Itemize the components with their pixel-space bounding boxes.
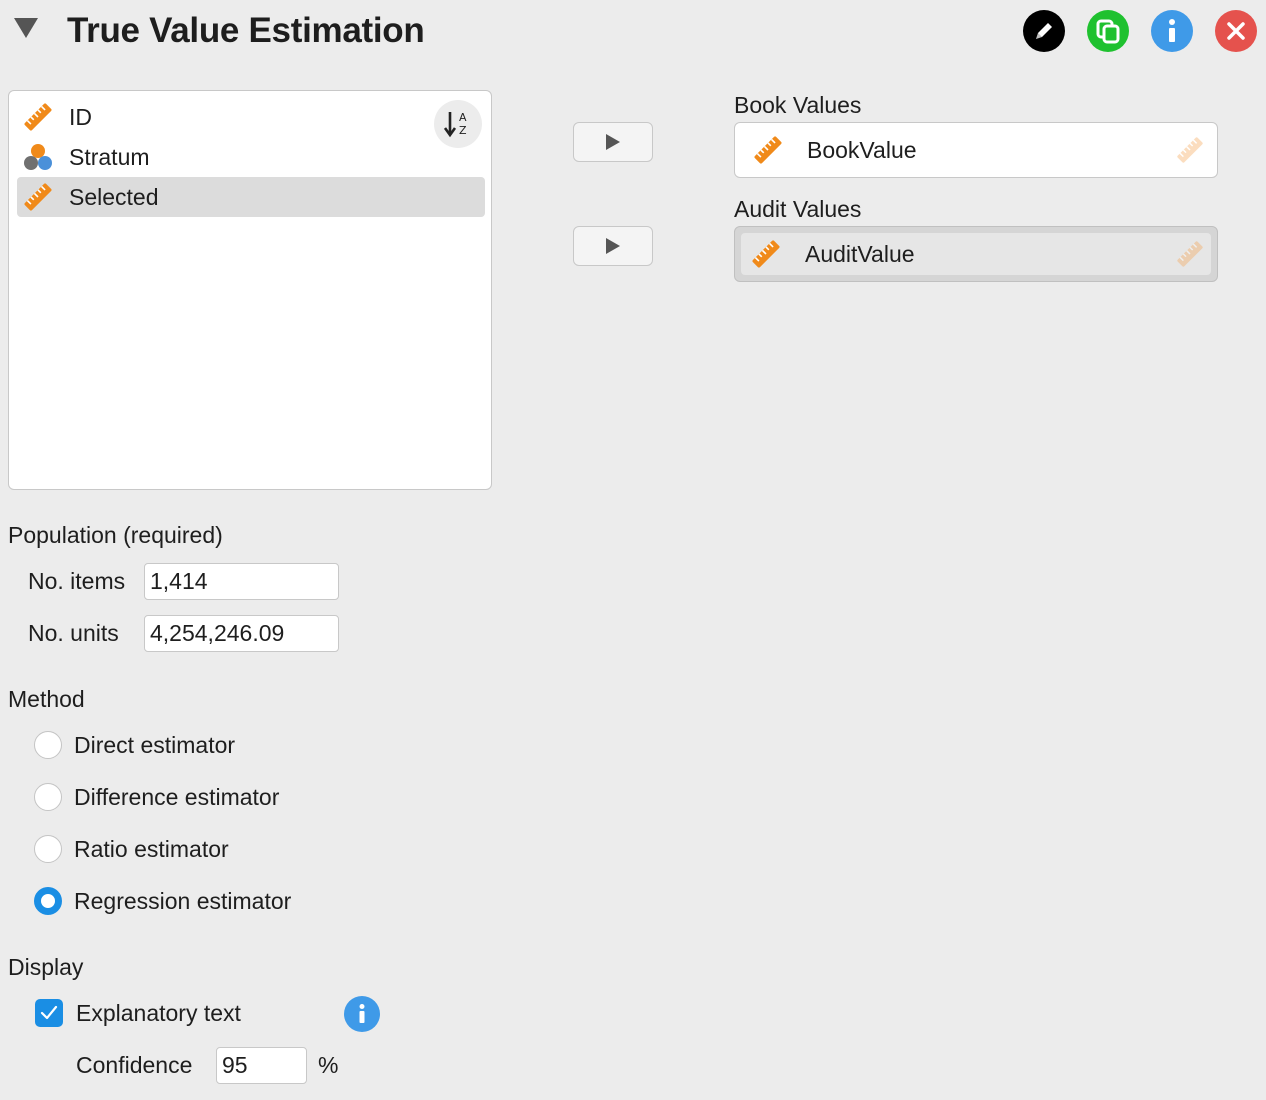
regression-estimator-radio[interactable]: [34, 887, 62, 915]
audit-values-box[interactable]: AuditValue: [734, 226, 1218, 282]
book-values-box[interactable]: BookValue: [734, 122, 1218, 178]
close-icon: [1227, 22, 1245, 40]
no-units-input[interactable]: 4,254,246.09: [144, 615, 339, 652]
explanatory-text-checkbox[interactable]: [35, 999, 63, 1027]
play-arrow-icon: [606, 238, 620, 254]
book-values-label: Book Values: [734, 92, 862, 118]
difference-estimator-radio[interactable]: [34, 783, 62, 811]
copy-icon: [1096, 19, 1120, 44]
population-section-label: Population (required): [8, 522, 223, 548]
confidence-label: Confidence: [76, 1052, 193, 1078]
duplicate-button[interactable]: [1087, 10, 1129, 52]
pencil-icon: [1036, 23, 1052, 39]
direct-estimator-radio[interactable]: [34, 731, 62, 759]
variable-item-id[interactable]: ID: [17, 97, 485, 137]
scale-type-icon: [1175, 135, 1205, 170]
no-items-input[interactable]: 1,414: [144, 563, 339, 600]
assign-audit-values-button[interactable]: [573, 226, 653, 266]
nominal-circles-icon: [21, 140, 55, 174]
confidence-input[interactable]: 95: [216, 1047, 307, 1084]
scale-ruler-icon: [21, 100, 55, 134]
method-section-label: Method: [8, 686, 85, 712]
audit-values-item[interactable]: AuditValue: [741, 233, 1211, 275]
variable-list[interactable]: ID Stratum Selected: [8, 90, 492, 490]
svg-text:Z: Z: [459, 124, 467, 137]
book-values-variable: BookValue: [807, 136, 917, 163]
play-arrow-icon: [606, 134, 620, 150]
no-items-label: No. items: [28, 568, 126, 594]
audit-values-variable: AuditValue: [805, 240, 915, 267]
info-icon: [359, 1004, 365, 1023]
no-units-label: No. units: [28, 620, 119, 646]
ratio-estimator-label[interactable]: Ratio estimator: [74, 836, 229, 863]
explanatory-text-label[interactable]: Explanatory text: [76, 1000, 241, 1027]
checkmark-icon: [40, 1005, 58, 1020]
scale-ruler-icon: [21, 180, 55, 214]
edit-title-button[interactable]: [1023, 10, 1065, 52]
sort-az-icon: A Z: [444, 111, 467, 138]
close-button[interactable]: [1215, 10, 1257, 52]
book-values-item[interactable]: BookValue: [741, 129, 1211, 171]
confidence-unit: %: [318, 1052, 339, 1078]
direct-estimator-label[interactable]: Direct estimator: [74, 732, 235, 759]
info-icon: [1169, 19, 1175, 42]
scale-ruler-icon: [751, 133, 785, 167]
page-title: True Value Estimation: [67, 11, 425, 50]
variable-label: Stratum: [69, 143, 150, 170]
variable-label: Selected: [69, 183, 159, 210]
variable-item-selected[interactable]: Selected: [17, 177, 485, 217]
regression-estimator-label[interactable]: Regression estimator: [74, 888, 291, 915]
collapse-arrow-icon[interactable]: [14, 18, 38, 38]
audit-values-label: Audit Values: [734, 196, 862, 222]
variable-label: ID: [69, 103, 92, 130]
scale-type-icon: [1175, 239, 1205, 274]
difference-estimator-label[interactable]: Difference estimator: [74, 784, 279, 811]
sort-button[interactable]: A Z: [434, 100, 482, 148]
ratio-estimator-radio[interactable]: [34, 835, 62, 863]
info-button[interactable]: [1151, 10, 1193, 52]
display-section-label: Display: [8, 954, 84, 980]
assign-book-values-button[interactable]: [573, 122, 653, 162]
explanatory-info-button[interactable]: [344, 996, 380, 1032]
variable-item-stratum[interactable]: Stratum: [17, 137, 485, 177]
scale-ruler-icon: [749, 237, 783, 271]
svg-text:A: A: [459, 111, 467, 124]
